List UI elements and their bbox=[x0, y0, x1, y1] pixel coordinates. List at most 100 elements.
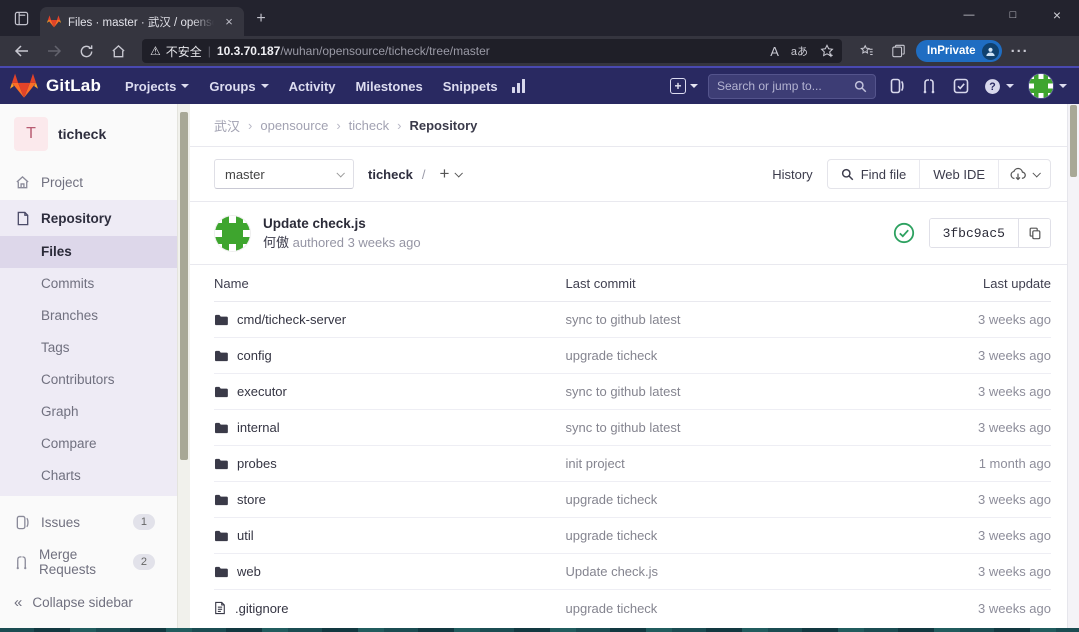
commit-message-link[interactable]: sync to github latest bbox=[566, 384, 921, 399]
browser-tab[interactable]: Files · master · 武汉 / opensour × bbox=[40, 7, 244, 36]
breadcrumb-subgroup[interactable]: opensource bbox=[260, 118, 328, 133]
find-file-button[interactable]: Find file bbox=[828, 160, 920, 188]
tree-entry-link[interactable]: web bbox=[214, 564, 566, 579]
window-minimize-button[interactable]: — bbox=[947, 0, 991, 30]
forward-icon[interactable] bbox=[40, 39, 68, 63]
tree-entry-link[interactable]: util bbox=[214, 528, 566, 543]
tree-entry-link[interactable]: store bbox=[214, 492, 566, 507]
chevron-right-icon: › bbox=[248, 118, 252, 133]
commit-sha: 3fbc9ac5 bbox=[930, 219, 1018, 247]
sidebar-subitem-branches[interactable]: Branches bbox=[0, 300, 177, 332]
sidebar-scrollbar[interactable] bbox=[177, 104, 190, 628]
commit-message-link[interactable]: upgrade ticheck bbox=[566, 601, 921, 616]
sidebar-item-merge-requests[interactable]: Merge Requests 2 bbox=[0, 544, 177, 580]
read-aloud-icon[interactable]: A bbox=[770, 44, 779, 59]
pipeline-status-icon[interactable] bbox=[893, 222, 915, 244]
table-row: store upgrade ticheck 3 weeks ago bbox=[214, 482, 1051, 518]
sidebar-project-header[interactable]: T ticheck bbox=[0, 104, 177, 164]
merge-request-icon bbox=[14, 555, 29, 570]
repo-root-link[interactable]: ticheck bbox=[368, 167, 413, 182]
add-file-dropdown[interactable]: + bbox=[439, 164, 461, 184]
nav-item-groups[interactable]: Groups bbox=[199, 67, 278, 105]
favorites-icon[interactable] bbox=[852, 39, 880, 63]
add-favorite-icon[interactable] bbox=[820, 44, 834, 58]
commit-message-link[interactable]: upgrade ticheck bbox=[566, 492, 921, 507]
last-update-time: 1 month ago bbox=[921, 456, 1051, 471]
settings-menu-icon[interactable]: ··· bbox=[1006, 39, 1034, 63]
sidebar-subitem-graph[interactable]: Graph bbox=[0, 396, 177, 428]
commit-message-link[interactable]: sync to github latest bbox=[566, 312, 921, 327]
home-icon bbox=[14, 175, 31, 190]
sidebar-subitem-contributors[interactable]: Contributors bbox=[0, 364, 177, 396]
home-icon[interactable] bbox=[104, 39, 132, 63]
web-ide-button[interactable]: Web IDE bbox=[919, 160, 998, 188]
sidebar-item-issues[interactable]: Issues 1 bbox=[0, 504, 177, 540]
window-maximize-button[interactable]: □ bbox=[991, 0, 1035, 30]
svg-text:?: ? bbox=[989, 81, 995, 93]
commit-message-link[interactable]: upgrade ticheck bbox=[566, 348, 921, 363]
tree-entry-link[interactable]: internal bbox=[214, 420, 566, 435]
search-input[interactable] bbox=[717, 79, 848, 93]
refresh-icon[interactable] bbox=[72, 39, 100, 63]
page-scrollbar-thumb[interactable] bbox=[1070, 105, 1077, 177]
tab-preview-icon[interactable] bbox=[6, 4, 36, 32]
commit-message-link[interactable]: init project bbox=[566, 456, 921, 471]
tree-entry-link[interactable]: config bbox=[214, 348, 566, 363]
commit-author-link[interactable]: 何傲 bbox=[263, 235, 289, 250]
not-secure-indicator[interactable]: ⚠ 不安全 bbox=[150, 43, 202, 60]
address-bar[interactable]: ⚠ 不安全 | 10.3.70.187/wuhan/opensource/tic… bbox=[142, 39, 842, 63]
commit-author-avatar[interactable] bbox=[214, 215, 251, 252]
table-row: probes init project 1 month ago bbox=[214, 446, 1051, 482]
breadcrumb-group[interactable]: 武汉 bbox=[214, 116, 240, 135]
copy-commit-sha-button[interactable] bbox=[1018, 219, 1050, 247]
download-dropdown[interactable] bbox=[998, 160, 1050, 188]
charts-nav-icon[interactable] bbox=[508, 75, 530, 97]
commit-message-link[interactable]: upgrade ticheck bbox=[566, 528, 921, 543]
folder-icon bbox=[214, 530, 228, 542]
nav-item-projects[interactable]: Projects bbox=[115, 67, 199, 105]
sidebar-subitem-commits[interactable]: Commits bbox=[0, 268, 177, 300]
back-icon[interactable] bbox=[8, 39, 36, 63]
tree-entry-link[interactable]: cmd/ticheck-server bbox=[214, 312, 566, 327]
tree-entry-link[interactable]: probes bbox=[214, 456, 566, 471]
help-menu[interactable]: ? bbox=[982, 67, 1016, 105]
tree-entry-link[interactable]: .gitignore bbox=[214, 601, 566, 616]
gitlab-brand[interactable]: GitLab bbox=[10, 73, 101, 99]
folder-icon bbox=[214, 386, 228, 398]
global-search[interactable] bbox=[708, 74, 876, 99]
merge-requests-count-badge: 2 bbox=[133, 554, 155, 570]
sidebar-scrollbar-thumb[interactable] bbox=[180, 112, 188, 460]
nav-item-snippets[interactable]: Snippets bbox=[433, 67, 508, 105]
sidebar-subitem-tags[interactable]: Tags bbox=[0, 332, 177, 364]
sidebar-item-label: Merge Requests bbox=[39, 547, 123, 577]
commit-message-link[interactable]: sync to github latest bbox=[566, 420, 921, 435]
collections-icon[interactable] bbox=[884, 39, 912, 63]
history-button[interactable]: History bbox=[772, 167, 812, 182]
commit-message-link[interactable]: Update check.js bbox=[566, 564, 921, 579]
merge-requests-nav-icon[interactable] bbox=[918, 75, 940, 97]
window-close-button[interactable]: × bbox=[1035, 0, 1079, 30]
column-header-last-update: Last update bbox=[921, 276, 1051, 291]
issues-nav-icon[interactable] bbox=[886, 75, 908, 97]
user-menu[interactable] bbox=[1026, 67, 1069, 105]
nav-item-activity[interactable]: Activity bbox=[279, 67, 346, 105]
sidebar-subitem-compare[interactable]: Compare bbox=[0, 428, 177, 460]
sidebar-subitem-charts[interactable]: Charts bbox=[0, 460, 177, 492]
tree-entry-link[interactable]: executor bbox=[214, 384, 566, 399]
collapse-sidebar-button[interactable]: « Collapse sidebar bbox=[0, 580, 177, 624]
inprivate-badge[interactable]: InPrivate bbox=[916, 40, 1002, 62]
branch-selector[interactable]: master bbox=[214, 159, 354, 189]
sidebar-subitem-files[interactable]: Files bbox=[0, 236, 177, 268]
nav-item-milestones[interactable]: Milestones bbox=[346, 67, 433, 105]
page-scrollbar[interactable] bbox=[1067, 104, 1079, 628]
commit-title-link[interactable]: Update check.js bbox=[263, 214, 421, 234]
new-tab-button[interactable]: + bbox=[248, 6, 274, 32]
sidebar-item-repository[interactable]: Repository bbox=[0, 200, 177, 236]
new-menu-button[interactable]: + bbox=[670, 78, 698, 94]
breadcrumb-project[interactable]: ticheck bbox=[349, 118, 389, 133]
todos-nav-icon[interactable] bbox=[950, 75, 972, 97]
chevron-down-icon bbox=[336, 169, 344, 177]
translate-icon[interactable]: aあ bbox=[791, 43, 808, 59]
tab-close-icon[interactable]: × bbox=[221, 14, 237, 29]
sidebar-item-project[interactable]: Project bbox=[0, 164, 177, 200]
